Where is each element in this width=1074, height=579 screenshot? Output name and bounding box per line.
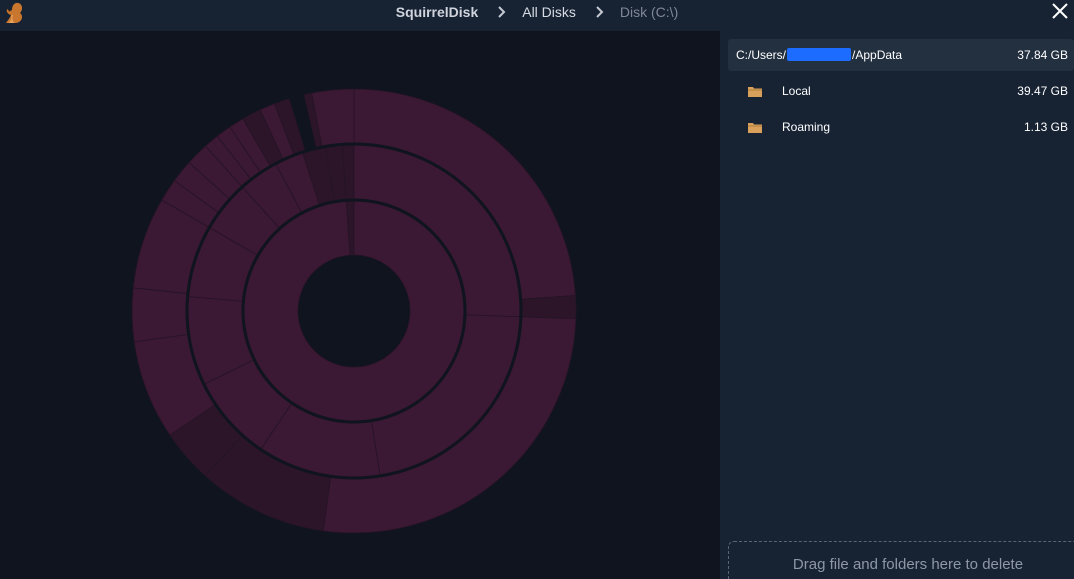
disk-usage-chart-panel (0, 31, 720, 579)
folder-icon (748, 86, 762, 97)
current-path-size: 37.84 GB (1017, 48, 1068, 62)
folder-size: 1.13 GB (1023, 120, 1068, 134)
redacted-username (787, 48, 852, 61)
close-icon[interactable] (1048, 0, 1072, 24)
sunburst-center[interactable] (299, 256, 409, 366)
sunburst-segment-level3[interactable] (131, 287, 189, 343)
chevron-right-icon (498, 6, 506, 18)
current-path: C:/Users/ /AppData (736, 48, 1017, 62)
folder-row-local[interactable]: Local 39.47 GB (748, 79, 1074, 103)
squirreldisk-window: SquirrelDisk All Disks Disk (C:\) C:/Use… (0, 0, 1074, 579)
title-bar: SquirrelDisk All Disks Disk (C:\) (0, 0, 1074, 31)
delete-drop-zone[interactable]: Drag file and folders here to delete (728, 541, 1074, 579)
folder-row-roaming[interactable]: Roaming 1.13 GB (748, 115, 1074, 139)
sunburst-segment-level3[interactable] (521, 295, 577, 320)
current-path-prefix: C:/Users/ (736, 48, 787, 62)
folder-name: Local (782, 84, 811, 98)
folder-name: Roaming (782, 120, 831, 134)
folder-icon (748, 122, 762, 133)
current-path-suffix: /AppData (852, 48, 903, 62)
breadcrumb-all-disks[interactable]: All Disks (522, 4, 576, 20)
breadcrumb-app[interactable]: SquirrelDisk (396, 4, 478, 20)
current-path-row[interactable]: C:/Users/ /AppData 37.84 GB (728, 39, 1074, 71)
folder-size: 39.47 GB (1017, 84, 1068, 98)
folder-list-panel: C:/Users/ /AppData 37.84 GB Local 39.47 G… (720, 31, 1074, 579)
drop-zone-label: Drag file and folders here to delete (792, 556, 1024, 573)
breadcrumb-current-disk: Disk (C:\) (619, 4, 679, 20)
breadcrumb: SquirrelDisk All Disks Disk (C:\) (0, 0, 1074, 24)
chevron-right-icon (596, 6, 604, 18)
sunburst-chart[interactable] (0, 31, 720, 579)
